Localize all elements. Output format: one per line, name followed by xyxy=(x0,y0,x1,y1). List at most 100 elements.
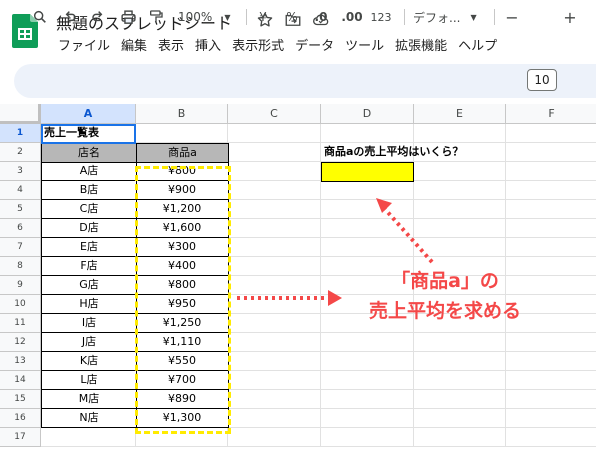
empty-cell[interactable] xyxy=(506,333,596,352)
row-header-13[interactable]: 13 xyxy=(0,352,41,371)
empty-cell[interactable] xyxy=(228,143,321,162)
sales-cell[interactable]: ¥700 xyxy=(136,371,229,390)
empty-cell[interactable] xyxy=(228,238,321,257)
cell-d3-answer[interactable] xyxy=(321,162,414,182)
store-cell[interactable]: L店 xyxy=(41,371,137,390)
empty-cell[interactable] xyxy=(414,390,506,409)
sales-cell[interactable]: ¥1,300 xyxy=(136,409,229,428)
row-header-6[interactable]: 6 xyxy=(0,219,41,238)
empty-cell[interactable] xyxy=(228,314,321,333)
empty-cell[interactable] xyxy=(228,333,321,352)
cell-a2-store-header[interactable]: 店名 xyxy=(41,143,137,163)
empty-cell[interactable] xyxy=(506,371,596,390)
font-family-select[interactable]: デフォ... ▼ xyxy=(413,6,487,28)
row-header-15[interactable]: 15 xyxy=(0,390,41,409)
cell-d2-question[interactable]: 商品aの売上平均はいくら？ xyxy=(321,143,463,162)
store-cell[interactable]: F店 xyxy=(41,257,137,276)
empty-cell[interactable] xyxy=(506,409,596,428)
menu-help[interactable]: ヘルプ xyxy=(458,38,497,58)
empty-cell[interactable] xyxy=(506,219,596,238)
store-cell[interactable]: G店 xyxy=(41,276,137,295)
empty-cell[interactable] xyxy=(414,409,506,428)
cell-b2-product-header[interactable]: 商品a xyxy=(136,143,229,163)
empty-cell[interactable] xyxy=(136,428,228,447)
font-size-input[interactable]: 10 xyxy=(527,69,557,91)
empty-cell[interactable] xyxy=(228,257,321,276)
row-header-2[interactable]: 2 xyxy=(0,143,41,162)
currency-format-button[interactable]: ¥ xyxy=(255,6,271,28)
menu-edit[interactable]: 編集 xyxy=(121,38,147,58)
empty-cell[interactable] xyxy=(321,219,414,238)
row-header-8[interactable]: 8 xyxy=(0,257,41,276)
empty-cell[interactable] xyxy=(228,200,321,219)
column-header-b[interactable]: B xyxy=(136,104,228,124)
empty-cell[interactable] xyxy=(321,371,414,390)
empty-cell[interactable] xyxy=(321,238,414,257)
empty-cell[interactable] xyxy=(414,219,506,238)
empty-cell[interactable] xyxy=(506,124,596,143)
menu-view[interactable]: 表示 xyxy=(158,38,184,58)
empty-cell[interactable] xyxy=(41,428,136,447)
sales-cell[interactable]: ¥1,110 xyxy=(136,333,229,352)
menu-data[interactable]: データ xyxy=(295,38,334,58)
percent-format-button[interactable]: % xyxy=(284,6,300,28)
empty-cell[interactable] xyxy=(228,352,321,371)
decrease-font-size-button[interactable]: − xyxy=(504,6,520,28)
row-header-3[interactable]: 3 xyxy=(0,162,41,181)
store-cell[interactable]: H店 xyxy=(41,295,137,314)
increase-decimals-button[interactable]: .00 xyxy=(340,6,364,28)
sales-cell[interactable]: ¥300 xyxy=(136,238,229,257)
increase-font-size-button[interactable]: + xyxy=(562,6,578,28)
sales-cell[interactable]: ¥950 xyxy=(136,295,229,314)
sales-cell[interactable]: ¥1,250 xyxy=(136,314,229,333)
empty-cell[interactable] xyxy=(414,181,506,200)
column-header-a[interactable]: A xyxy=(41,104,136,124)
empty-cell[interactable] xyxy=(321,200,414,219)
column-header-f[interactable]: F xyxy=(506,104,596,124)
column-header-c[interactable]: C xyxy=(228,104,321,124)
empty-cell[interactable] xyxy=(321,428,414,447)
sales-cell[interactable]: ¥550 xyxy=(136,352,229,371)
undo-icon[interactable] xyxy=(60,6,80,28)
menu-format[interactable]: 表示形式 xyxy=(232,38,284,58)
decrease-decimals-button[interactable]: .0 xyxy=(310,6,332,28)
cell-b1[interactable] xyxy=(136,124,228,143)
store-cell[interactable]: M店 xyxy=(41,390,137,409)
row-header-1[interactable]: 1 xyxy=(0,124,41,143)
store-cell[interactable]: D店 xyxy=(41,219,137,238)
empty-cell[interactable] xyxy=(414,238,506,257)
redo-icon[interactable] xyxy=(88,6,108,28)
sales-cell[interactable]: ¥400 xyxy=(136,257,229,276)
empty-cell[interactable] xyxy=(506,200,596,219)
row-header-16[interactable]: 16 xyxy=(0,409,41,428)
empty-cell[interactable] xyxy=(321,124,414,143)
menu-file[interactable]: ファイル xyxy=(58,38,110,58)
menu-insert[interactable]: 挿入 xyxy=(195,38,221,58)
empty-cell[interactable] xyxy=(228,181,321,200)
empty-cell[interactable] xyxy=(321,409,414,428)
empty-cell[interactable] xyxy=(228,295,321,314)
menu-extensions[interactable]: 拡張機能 xyxy=(395,38,447,58)
empty-cell[interactable] xyxy=(321,352,414,371)
row-header-4[interactable]: 4 xyxy=(0,181,41,200)
empty-cell[interactable] xyxy=(506,143,596,162)
sales-cell[interactable]: ¥1,200 xyxy=(136,200,229,219)
row-header-12[interactable]: 12 xyxy=(0,333,41,352)
number-format-button[interactable]: 123 xyxy=(370,6,392,28)
empty-cell[interactable] xyxy=(228,219,321,238)
row-header-5[interactable]: 5 xyxy=(0,200,41,219)
empty-cell[interactable] xyxy=(506,352,596,371)
empty-cell[interactable] xyxy=(228,124,321,143)
empty-cell[interactable] xyxy=(506,428,596,447)
empty-cell[interactable] xyxy=(228,409,321,428)
column-header-e[interactable]: E xyxy=(414,104,506,124)
sales-cell[interactable]: ¥1,600 xyxy=(136,219,229,238)
print-icon[interactable] xyxy=(117,6,139,28)
select-all-corner[interactable] xyxy=(0,104,41,124)
store-cell[interactable]: I店 xyxy=(41,314,137,333)
empty-cell[interactable] xyxy=(228,390,321,409)
store-cell[interactable]: E店 xyxy=(41,238,137,257)
sales-cell[interactable]: ¥800 xyxy=(136,276,229,295)
empty-cell[interactable] xyxy=(321,333,414,352)
empty-cell[interactable] xyxy=(228,371,321,390)
